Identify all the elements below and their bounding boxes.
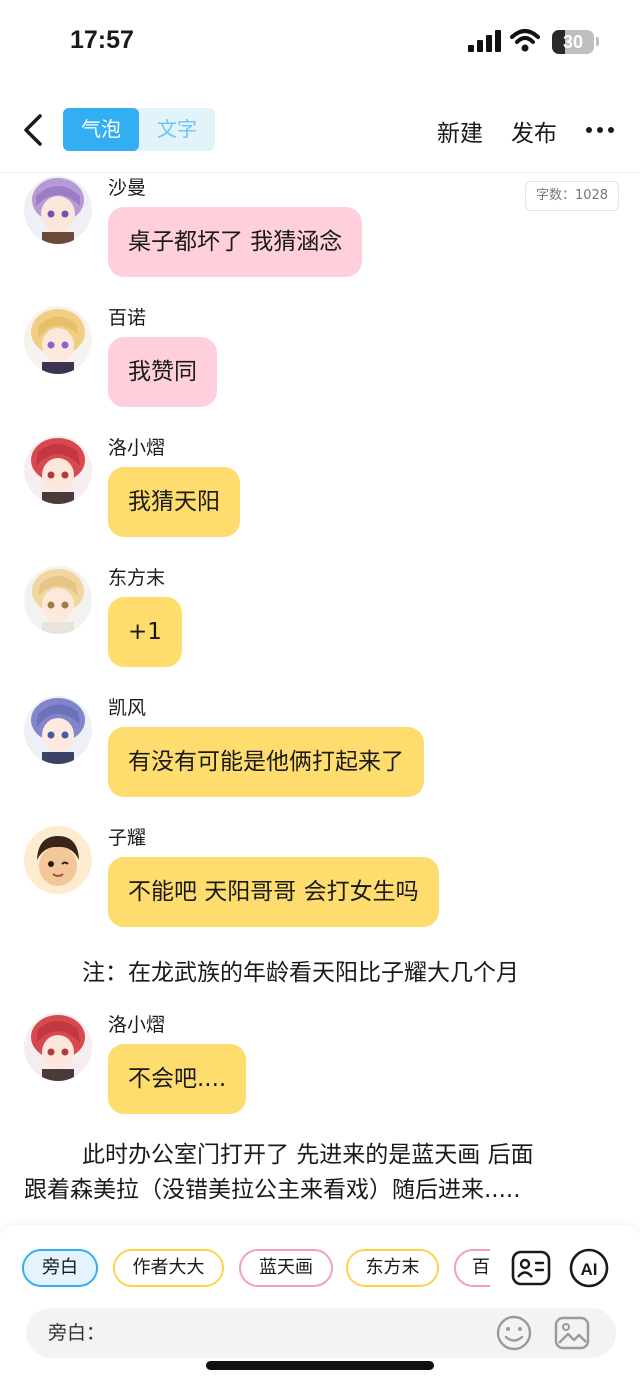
character-chip[interactable]: 百 (454, 1249, 490, 1287)
home-indicator (206, 1361, 434, 1370)
tab-bubble[interactable]: 气泡 (63, 108, 139, 151)
battery-percent: 30 (562, 32, 584, 52)
tab-text[interactable]: 文字 (139, 108, 215, 151)
back-chevron-icon[interactable] (20, 112, 48, 148)
character-selector[interactable]: 旁白 作者大大 蓝天画 东方末 百 (0, 1249, 490, 1289)
character-chip[interactable]: 蓝天画 (239, 1249, 333, 1287)
avatar-red-hair[interactable] (24, 436, 92, 504)
character-chip[interactable]: 作者大大 (113, 1249, 224, 1287)
sender-name: 东方末 (108, 567, 166, 589)
battery-tip (596, 37, 599, 46)
message-bubble[interactable]: +1 (108, 597, 182, 667)
message-bubble[interactable]: 我猜天阳 (108, 467, 240, 537)
character-chip-narrator[interactable]: 旁白 (22, 1249, 98, 1287)
input-speaker-label: 旁白： (48, 1322, 106, 1344)
svg-text:AI: AI (581, 1260, 598, 1279)
character-card-icon[interactable] (510, 1247, 552, 1289)
avatar-light-blonde[interactable] (24, 566, 92, 634)
avatar-winking-boy[interactable] (24, 826, 92, 894)
narration-line: 此时办公室门打开了 先进来的是蓝天画 后面 (82, 1142, 534, 1168)
emoji-icon[interactable] (495, 1314, 533, 1352)
message-bubble[interactable]: 有没有可能是他俩打起来了 (108, 727, 424, 797)
message-input[interactable]: 旁白： (26, 1308, 616, 1358)
sender-name: 沙曼 (108, 177, 147, 199)
cellular-signal-icon (468, 30, 501, 52)
ai-icon[interactable]: AI (568, 1247, 610, 1289)
author-note[interactable]: 注：在龙武族的年龄看天阳比子耀大几个月 (82, 953, 519, 987)
message-bubble[interactable]: 我赞同 (108, 337, 217, 407)
sender-name: 洛小熠 (108, 1014, 166, 1036)
image-icon[interactable] (553, 1314, 591, 1352)
sender-name: 百诺 (108, 307, 147, 329)
more-icon[interactable] (586, 127, 614, 135)
avatar-blue-hair[interactable] (24, 696, 92, 764)
battery-icon: 30 (552, 30, 594, 54)
avatar-blonde-hair[interactable] (24, 306, 92, 374)
word-count-badge: 字数：1028 (525, 181, 619, 211)
mode-segmented-control: 气泡 文字 (63, 108, 215, 151)
message-bubble[interactable]: 不会吧.... (108, 1044, 247, 1114)
sender-name: 子耀 (108, 827, 147, 849)
nav-bar: 气泡 文字 新建 发布 (0, 100, 640, 160)
message-bubble[interactable]: 桌子都坏了 我猜涵念 (108, 207, 363, 277)
chat-area[interactable]: 沙曼 桌子都坏了 我猜涵念 百诺 我赞同 洛小熠 我猜天阳 东方末 +1 凯风 … (0, 173, 640, 1223)
wifi-icon (510, 29, 540, 52)
publish-button[interactable]: 发布 (511, 114, 557, 148)
sender-name: 洛小熠 (108, 437, 166, 459)
avatar-red-hair[interactable] (24, 1013, 92, 1081)
status-bar: 17:57 30 (0, 0, 640, 88)
message-bubble[interactable]: 不能吧 天阳哥哥 会打女生吗 (108, 857, 439, 927)
character-chip[interactable]: 东方末 (346, 1249, 439, 1287)
status-time: 17:57 (70, 26, 134, 54)
sender-name: 凯风 (108, 697, 147, 719)
narration-text[interactable]: 此时办公室门打开了 先进来的是蓝天画 后面 跟着森美拉（没错美拉公主来看戏）随后… (24, 1138, 624, 1208)
avatar-purple-hair[interactable] (24, 176, 92, 244)
narration-line: 跟着森美拉（没错美拉公主来看戏）随后进来..... (24, 1177, 521, 1203)
new-button[interactable]: 新建 (437, 114, 483, 148)
